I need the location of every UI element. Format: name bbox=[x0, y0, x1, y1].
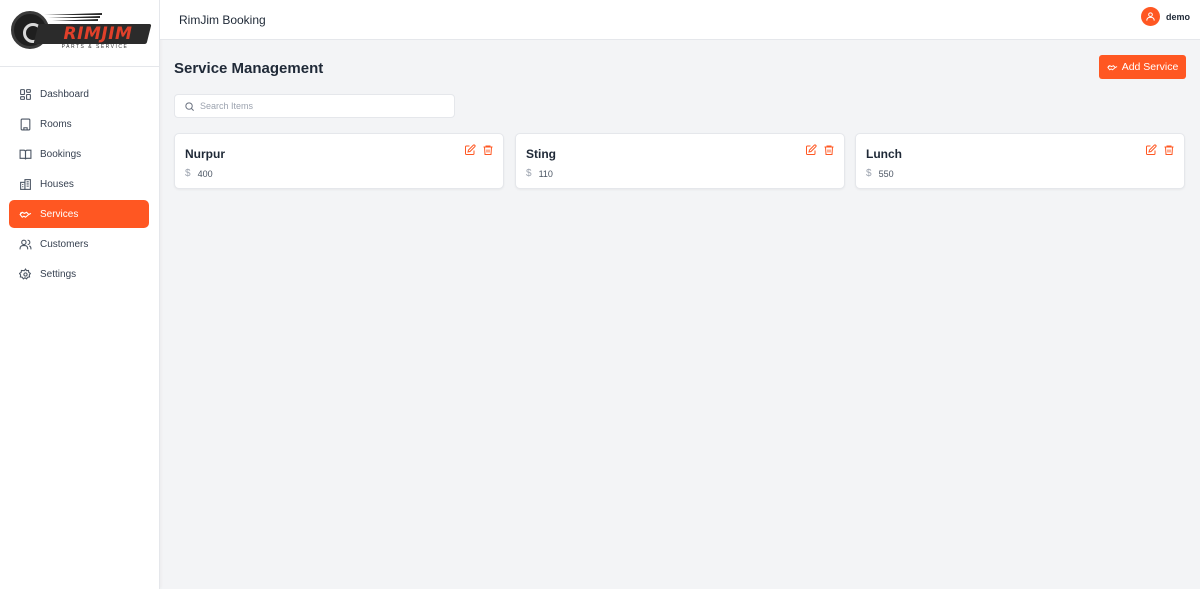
search-icon bbox=[185, 101, 194, 111]
delete-icon[interactable] bbox=[823, 144, 835, 156]
service-name: Nurpur bbox=[185, 147, 225, 161]
sidebar-item-houses[interactable]: Houses bbox=[9, 170, 149, 198]
service-card[interactable]: Nurpur $ 400 bbox=[174, 133, 504, 189]
currency-symbol: $ bbox=[526, 168, 532, 179]
users-icon bbox=[19, 238, 32, 251]
user-icon bbox=[1146, 12, 1155, 21]
edit-icon[interactable] bbox=[464, 144, 476, 156]
handshake-icon bbox=[1106, 62, 1118, 73]
card-actions bbox=[458, 144, 494, 156]
currency-symbol: $ bbox=[185, 168, 191, 179]
service-price: $ 550 bbox=[866, 168, 894, 179]
service-name: Sting bbox=[526, 147, 556, 161]
sidebar-item-label: Dashboard bbox=[40, 88, 89, 100]
price-value: 110 bbox=[538, 168, 553, 179]
card-actions bbox=[799, 144, 835, 156]
logo-subtext: PARTS & SERVICE bbox=[61, 44, 129, 50]
price-value: 400 bbox=[197, 168, 213, 179]
top-bar: RimJim Booking demo bbox=[160, 0, 1200, 40]
card-actions bbox=[1139, 144, 1175, 156]
service-card[interactable]: Sting $ 110 bbox=[515, 133, 845, 189]
sidebar-nav: Dashboard Rooms Bookings Houses Services bbox=[0, 67, 159, 288]
search-input[interactable] bbox=[200, 101, 440, 111]
edit-icon[interactable] bbox=[1145, 144, 1157, 156]
dashboard-icon bbox=[19, 88, 32, 101]
sidebar-item-bookings[interactable]: Bookings bbox=[9, 140, 149, 168]
sidebar-item-label: Houses bbox=[40, 178, 74, 190]
app-title: RimJim Booking bbox=[179, 13, 266, 27]
add-service-button[interactable]: Add Service bbox=[1099, 55, 1186, 79]
price-value: 550 bbox=[878, 168, 894, 179]
add-service-label: Add Service bbox=[1121, 61, 1179, 73]
sidebar-item-label: Settings bbox=[40, 268, 77, 280]
logo[interactable]: RIMJIM PARTS & SERVICE bbox=[0, 0, 159, 67]
delete-icon[interactable] bbox=[1163, 144, 1175, 156]
gear-icon bbox=[19, 267, 32, 281]
sidebar-item-dashboard[interactable]: Dashboard bbox=[9, 80, 149, 108]
service-name: Lunch bbox=[866, 147, 902, 161]
book-icon bbox=[19, 148, 32, 161]
search-box bbox=[174, 94, 455, 118]
user-menu[interactable]: demo bbox=[1140, 7, 1190, 26]
sidebar-item-services[interactable]: Services bbox=[9, 200, 149, 228]
logo-text: RIMJIM bbox=[63, 24, 133, 44]
sidebar-item-rooms[interactable]: Rooms bbox=[9, 110, 149, 138]
service-price: $ 400 bbox=[185, 168, 213, 179]
sidebar: RIMJIM PARTS & SERVICE Dashboard Rooms B… bbox=[0, 0, 160, 589]
edit-icon[interactable] bbox=[805, 144, 817, 156]
page-title: Service Management bbox=[174, 60, 324, 77]
sidebar-item-customers[interactable]: Customers bbox=[9, 230, 149, 258]
building-icon bbox=[19, 118, 32, 131]
currency-symbol: $ bbox=[866, 168, 872, 179]
sidebar-item-label: Customers bbox=[40, 238, 89, 250]
houses-icon bbox=[19, 178, 32, 191]
service-card[interactable]: Lunch $ 550 bbox=[855, 133, 1185, 189]
handshake-icon bbox=[19, 208, 32, 221]
sidebar-item-label: Rooms bbox=[40, 118, 72, 130]
sidebar-item-settings[interactable]: Settings bbox=[9, 260, 149, 288]
delete-icon[interactable] bbox=[482, 144, 494, 156]
sidebar-item-label: Services bbox=[40, 208, 79, 220]
service-price: $ 110 bbox=[526, 168, 553, 179]
sidebar-item-label: Bookings bbox=[40, 148, 82, 160]
user-name: demo bbox=[1165, 11, 1190, 22]
avatar[interactable] bbox=[1140, 7, 1160, 26]
speed-lines-decoration bbox=[44, 13, 102, 21]
